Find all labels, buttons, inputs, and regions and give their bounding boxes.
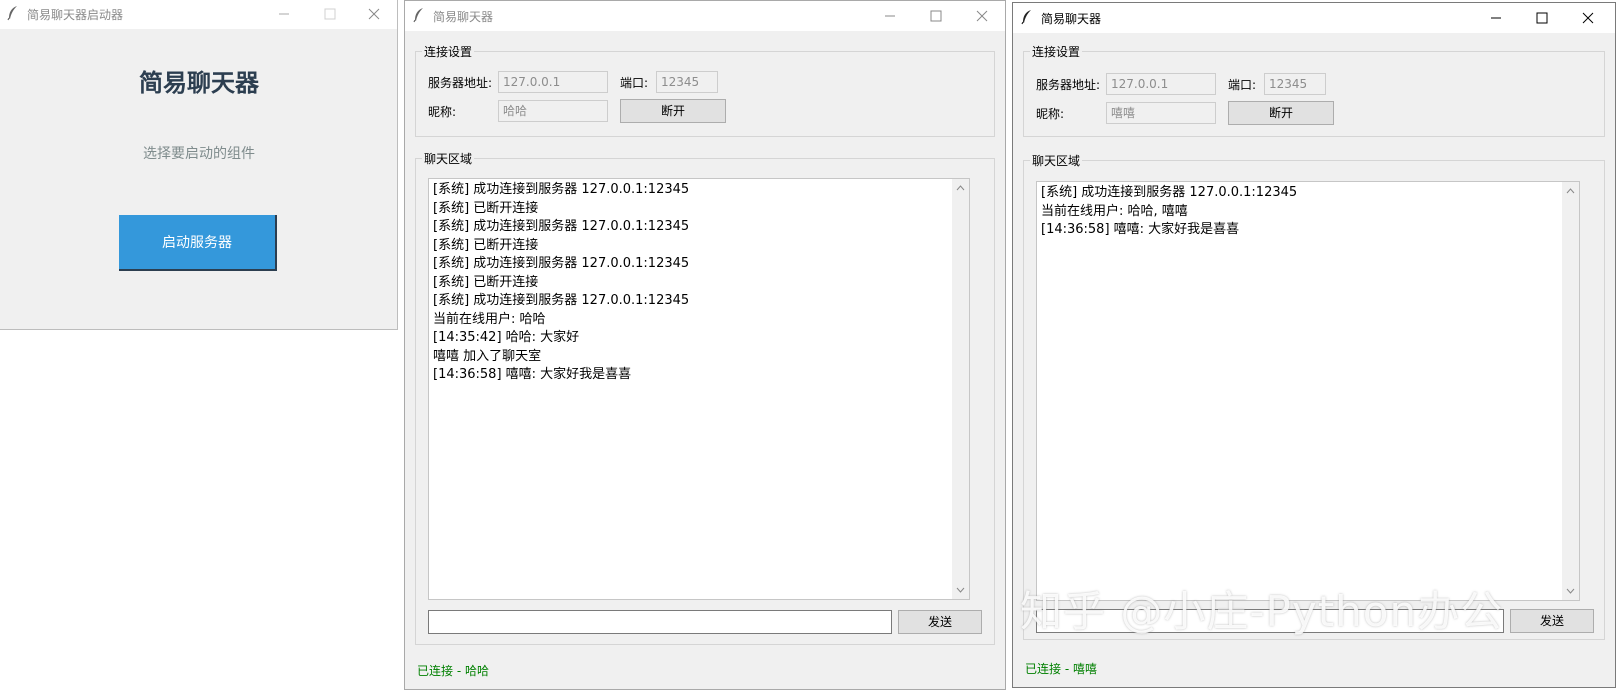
client1-titlebar[interactable]: 简易聊天器 bbox=[405, 1, 1005, 31]
chat-log-scrollbar[interactable] bbox=[952, 179, 969, 599]
chat-message: [系统] 成功连接到服务器 127.0.0.1:12345 bbox=[433, 293, 690, 308]
chat-messages: [系统] 成功连接到服务器 127.0.0.1:12345 当前在线用户: 哈哈,… bbox=[1041, 184, 1297, 240]
maximize-button[interactable] bbox=[913, 1, 959, 31]
maximize-icon bbox=[1536, 12, 1548, 24]
chat-message: [系统] 已断开连接 bbox=[433, 274, 539, 290]
chat-message: [系统] 成功连接到服务器 127.0.0.1:12345 bbox=[433, 256, 690, 271]
send-button[interactable]: 发送 bbox=[898, 610, 982, 634]
scroll-down-icon[interactable] bbox=[956, 587, 965, 593]
disconnect-button[interactable]: 断开 bbox=[1228, 101, 1334, 125]
disconnect-button[interactable]: 断开 bbox=[620, 99, 726, 123]
send-button[interactable]: 发送 bbox=[1510, 609, 1594, 633]
scroll-up-icon[interactable] bbox=[1566, 188, 1575, 194]
nickname-label: 昵称: bbox=[428, 105, 457, 119]
server-address-field[interactable]: 127.0.0.1 bbox=[498, 71, 608, 93]
feather-icon bbox=[7, 5, 19, 21]
maximize-icon bbox=[324, 8, 336, 20]
minimize-button[interactable] bbox=[1473, 3, 1519, 33]
chat-client-window-1: 简易聊天器 连接设置 服务器地址: 127.0.0.1 端口: 12345 昵称… bbox=[404, 0, 1006, 690]
close-button[interactable] bbox=[351, 0, 397, 29]
nickname-label: 昵称: bbox=[1036, 107, 1065, 121]
connection-settings-label: 连接设置 bbox=[422, 43, 475, 60]
server-address-label: 服务器地址: bbox=[1036, 78, 1101, 92]
connection-settings-group: 连接设置 服务器地址: 127.0.0.1 端口: 12345 昵称: 嘻嘻 断… bbox=[1023, 43, 1605, 137]
minimize-button[interactable] bbox=[261, 0, 307, 29]
watermark-text: 知乎 @小庄-Python办公 bbox=[1020, 587, 1504, 636]
port-field[interactable]: 12345 bbox=[1264, 73, 1326, 95]
chat-log[interactable]: [系统] 成功连接到服务器 127.0.0.1:12345 当前在线用户: 哈哈,… bbox=[1036, 181, 1580, 601]
maximize-button[interactable] bbox=[307, 0, 353, 29]
close-button[interactable] bbox=[959, 1, 1005, 31]
chat-area-label: 聊天区域 bbox=[422, 150, 475, 167]
close-icon bbox=[976, 10, 988, 22]
connection-status: 已连接 - 嘻嘻 bbox=[1025, 662, 1097, 676]
chat-messages: [系统] 成功连接到服务器 127.0.0.1:12345 [系统] 已断开连接 [… bbox=[433, 181, 689, 385]
chat-message: [系统] 成功连接到服务器 127.0.0.1:12345 bbox=[433, 219, 690, 234]
chat-message: [14:36:58] 嘻嘻: 大家好我是喜喜 bbox=[1041, 222, 1240, 237]
minimize-icon bbox=[1491, 17, 1501, 19]
chat-log[interactable]: [系统] 成功连接到服务器 127.0.0.1:12345 [系统] 已断开连接 [… bbox=[428, 178, 970, 600]
port-field[interactable]: 12345 bbox=[656, 71, 718, 93]
chat-area-label: 聊天区域 bbox=[1030, 152, 1083, 169]
chat-message: [系统] 已断开连接 bbox=[433, 237, 539, 253]
message-input[interactable] bbox=[428, 610, 892, 634]
launcher-subtitle: 选择要启动的组件 bbox=[143, 146, 255, 162]
close-icon bbox=[1582, 12, 1594, 24]
chat-message: 嘻嘻 加入了聊天室 bbox=[433, 348, 542, 364]
nickname-field[interactable]: 嘻嘻 bbox=[1106, 102, 1216, 124]
launcher-window: 简易聊天器启动器 简易聊天器 选择要启动的组件 启动服务器 bbox=[0, 0, 398, 330]
scroll-down-icon[interactable] bbox=[1566, 588, 1575, 594]
minimize-icon bbox=[279, 13, 289, 15]
close-icon bbox=[368, 8, 380, 20]
feather-icon bbox=[1021, 9, 1033, 25]
chat-message: [14:36:58] 嘻嘻: 大家好我是喜喜 bbox=[433, 367, 632, 382]
server-address-field[interactable]: 127.0.0.1 bbox=[1106, 73, 1216, 95]
chat-message: [系统] 成功连接到服务器 127.0.0.1:12345 bbox=[433, 182, 690, 197]
launcher-heading: 简易聊天器 bbox=[139, 69, 259, 97]
minimize-icon bbox=[885, 15, 895, 17]
connection-status: 已连接 - 哈哈 bbox=[417, 664, 489, 678]
launcher-titlebar[interactable]: 简易聊天器启动器 bbox=[0, 0, 397, 29]
connection-settings-group: 连接设置 服务器地址: 127.0.0.1 端口: 12345 昵称: 哈哈 断… bbox=[415, 43, 995, 137]
port-label: 端口: bbox=[620, 76, 649, 90]
client1-window-title: 简易聊天器 bbox=[433, 10, 494, 24]
feather-icon bbox=[413, 7, 425, 23]
server-address-label: 服务器地址: bbox=[428, 76, 493, 90]
chat-message: [系统] 已断开连接 bbox=[433, 200, 539, 216]
chat-area-group: 聊天区域 [系统] 成功连接到服务器 127.0.0.1:12345 当前在线用户… bbox=[1023, 152, 1605, 640]
scroll-up-icon[interactable] bbox=[956, 185, 965, 191]
chat-message: [系统] 成功连接到服务器 127.0.0.1:12345 bbox=[1041, 185, 1298, 200]
close-button[interactable] bbox=[1565, 3, 1611, 33]
maximize-button[interactable] bbox=[1519, 3, 1565, 33]
chat-message: 当前在线用户: 哈哈, 嘻嘻 bbox=[1041, 203, 1188, 219]
launcher-window-title: 简易聊天器启动器 bbox=[27, 8, 124, 22]
chat-message: [14:35:42] 哈哈: 大家好 bbox=[433, 330, 580, 345]
chat-log-scrollbar[interactable] bbox=[1562, 182, 1579, 600]
chat-message: 当前在线用户: 哈哈 bbox=[433, 311, 546, 327]
client2-window-title: 简易聊天器 bbox=[1041, 12, 1102, 26]
minimize-button[interactable] bbox=[867, 1, 913, 31]
client2-titlebar[interactable]: 简易聊天器 bbox=[1013, 3, 1615, 33]
connection-settings-label: 连接设置 bbox=[1030, 43, 1083, 60]
start-server-button[interactable]: 启动服务器 bbox=[119, 215, 277, 271]
nickname-field[interactable]: 哈哈 bbox=[498, 100, 608, 122]
maximize-icon bbox=[930, 10, 942, 22]
chat-area-group: 聊天区域 [系统] 成功连接到服务器 127.0.0.1:12345 [系统] 已… bbox=[415, 150, 995, 645]
port-label: 端口: bbox=[1228, 78, 1257, 92]
